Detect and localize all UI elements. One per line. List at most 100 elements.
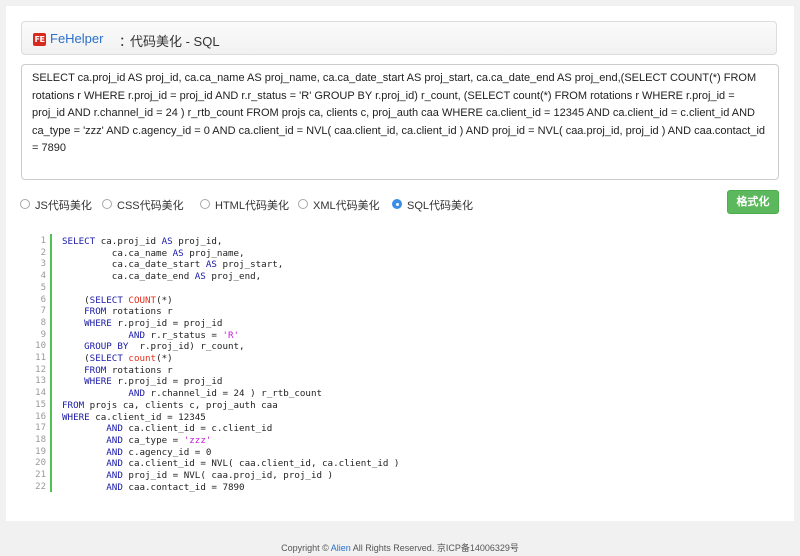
formatted-code-output: 1 2 3 4 5 6 7 8 9 10 11 12 13 14 15 16 17 18 19 20 21 22 SELE…: [32, 234, 772, 494]
code-token: AND: [106, 481, 123, 493]
code-line: FROM rotations r: [62, 306, 173, 318]
code-line: ca.ca_name AS proj_name,: [62, 248, 245, 260]
radio-circle-icon[interactable]: [20, 199, 30, 209]
code-token: AND: [128, 388, 145, 400]
brand-link[interactable]: FeHelper: [50, 31, 103, 46]
code-token: FROM: [62, 399, 85, 411]
footer-copyright: Copyright ©: [281, 543, 331, 553]
line-number: 3: [40, 259, 46, 270]
format-button[interactable]: 格式化: [727, 190, 779, 214]
code-token: COUNT: [128, 294, 157, 306]
line-number: 7: [40, 306, 46, 317]
line-number: 4: [40, 271, 46, 282]
line-number: 10: [35, 341, 46, 352]
code-token: (*): [156, 353, 173, 364]
code-line: (SELECT count(*): [62, 353, 173, 365]
code-token: proj_name,: [183, 247, 245, 259]
code-line: WHERE r.proj_id = proj_id: [62, 318, 222, 330]
line-number: 5: [40, 282, 46, 293]
code-token: proj_end,: [205, 271, 262, 283]
code-token: proj_id = NVL( caa.proj_id, proj_id ): [122, 470, 334, 481]
code-line: SELECT ca.proj_id AS proj_id,: [62, 236, 222, 248]
code-line: ca.ca_date_start AS proj_start,: [62, 259, 284, 271]
code-token: 'R': [222, 329, 240, 341]
code-token: proj_start,: [216, 259, 284, 271]
code-line: AND r.channel_id = 24 ) r_rtb_count: [62, 388, 322, 400]
code-token: rotations r: [106, 306, 173, 318]
code-token: AND: [106, 423, 123, 435]
line-number: 6: [40, 294, 46, 305]
line-number: 8: [40, 317, 46, 328]
line-number: 12: [35, 364, 46, 375]
line-number: 14: [35, 388, 46, 399]
code-line: AND ca.client_id = c.client_id: [62, 423, 272, 435]
code-token: r.proj_id = proj_id: [111, 317, 223, 329]
line-number: 20: [35, 458, 46, 469]
radio-label: SQL代码美化: [407, 200, 474, 212]
fehelper-logo-icon: FE: [33, 33, 46, 46]
code-token: caa.contact_id = 7890: [122, 481, 245, 493]
code-line: AND caa.contact_id = 7890: [62, 481, 245, 494]
code-token: ca.ca_name: [62, 247, 173, 259]
radio-label: JS代码美化: [35, 200, 92, 212]
line-number-gutter: 1 2 3 4 5 6 7 8 9 10 11 12 13 14 15 16 17 18 19 20 21 22: [32, 234, 52, 492]
radio-label: HTML代码美化: [215, 200, 289, 212]
code-line: (SELECT COUNT(*): [62, 295, 173, 307]
footer: Copyright © Alien All Rights Reserved. 京…: [0, 541, 800, 554]
code-token: SELECT: [62, 236, 96, 247]
code-token: WHERE: [84, 376, 112, 388]
code-token: rotations r: [106, 364, 173, 376]
line-number: 1: [40, 236, 46, 246]
line-number: 16: [35, 411, 46, 422]
code-token: ca.ca_date_start: [62, 259, 206, 271]
radio-label: XML代码美化: [313, 200, 380, 212]
code-line: AND proj_id = NVL( caa.proj_id, proj_id …: [62, 470, 333, 482]
page-header: FE FeHelper ： 代码美化 - SQL: [21, 21, 777, 55]
code-token: SELECT: [89, 353, 123, 364]
code-token: AS: [161, 236, 173, 247]
line-number: 18: [35, 434, 46, 445]
code-token: ca.client_id = NVL( caa.client_id, ca.cl…: [122, 458, 400, 470]
code-token: r.proj_id) r_count,: [128, 341, 245, 353]
source-code-input[interactable]: SELECT ca.proj_id AS proj_id, ca.ca_name…: [21, 64, 779, 180]
code-token: AS: [194, 271, 206, 283]
radio-circle-icon[interactable]: [102, 199, 112, 209]
radio-circle-icon[interactable]: [392, 199, 402, 209]
code-token: ca.client_id = 12345: [89, 411, 206, 423]
code-line: WHERE r.proj_id = proj_id: [62, 376, 222, 388]
code-token: AND: [128, 329, 145, 341]
footer-rights: All Rights Reserved. 京ICP备14006329号: [350, 543, 519, 553]
code-token: AS: [205, 259, 217, 271]
code-token: AND: [106, 446, 123, 458]
code-line: AND ca.client_id = NVL( caa.client_id, c…: [62, 458, 399, 470]
code-token: projs ca, clients c, proj_auth caa: [84, 399, 278, 411]
code-line: WHERE ca.client_id = 12345: [62, 412, 206, 424]
code-token: WHERE: [62, 411, 90, 423]
code-token: (: [62, 353, 90, 364]
line-number: 21: [35, 470, 46, 480]
code-token: AND: [106, 434, 123, 446]
line-number: 19: [35, 446, 46, 457]
code-line: AND ca_type = 'zzz': [62, 435, 211, 447]
line-number: 11: [35, 353, 46, 363]
code-token: c.agency_id = 0: [122, 446, 212, 458]
radio-circle-icon[interactable]: [200, 199, 210, 209]
code-token: FROM: [84, 306, 107, 318]
code-line: GROUP BY r.proj_id) r_count,: [62, 341, 245, 353]
line-number: 9: [40, 329, 46, 340]
line-number: 15: [35, 399, 46, 410]
page-title: 代码美化 - SQL: [130, 34, 220, 49]
code-token: GROUP BY: [84, 341, 129, 353]
line-number: 17: [35, 423, 46, 434]
radio-circle-icon[interactable]: [298, 199, 308, 209]
code-token: WHERE: [84, 317, 112, 329]
code-line: FROM rotations r: [62, 365, 173, 377]
author-link[interactable]: Alien: [331, 543, 351, 553]
